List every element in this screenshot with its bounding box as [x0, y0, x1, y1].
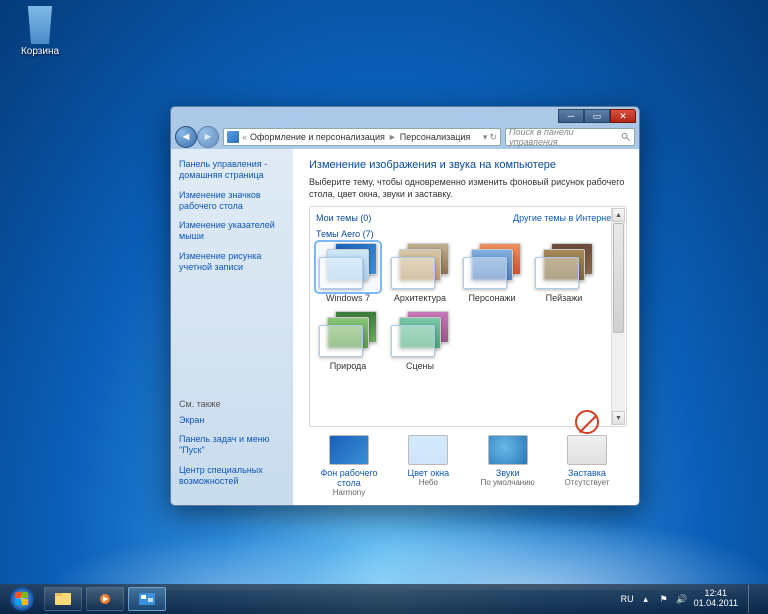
theme-архитектура[interactable]: Архитектура [388, 243, 452, 303]
theme-label: Пейзажи [532, 293, 596, 303]
maximize-button[interactable]: ▭ [584, 109, 610, 123]
theme-природа[interactable]: Природа [316, 311, 380, 371]
online-themes-link[interactable]: Другие темы в Интернете [513, 213, 620, 223]
show-desktop-button[interactable] [748, 585, 758, 613]
taskbar: RU ▴ ⚑ 🔊 12:41 01.04.2011 [0, 584, 768, 614]
theme-сцены[interactable]: Сцены [388, 311, 452, 371]
sidebar-link-icons[interactable]: Изменение значков рабочего стола [179, 190, 285, 213]
titlebar[interactable]: ─ ▭ ✕ [171, 107, 639, 125]
sidebar-also-ease[interactable]: Центр специальных возможностей [179, 465, 285, 488]
footer-заставка[interactable]: Заставка Отсутствует [551, 435, 623, 497]
content: Изменение изображения и звука на компьют… [293, 149, 639, 505]
footer-звуки[interactable]: Звуки По умолчанию [472, 435, 544, 497]
back-button[interactable]: ◄ [175, 126, 197, 148]
page-subtitle: Выберите тему, чтобы одновременно измени… [309, 177, 627, 200]
theme-listbox: Мои темы (0) Другие темы в Интернете Тем… [309, 206, 627, 427]
start-button[interactable] [4, 585, 40, 613]
control-panel-icon [227, 131, 239, 143]
breadcrumb[interactable]: « Оформление и персонализация ► Персонал… [223, 128, 501, 146]
my-themes-label: Мои темы (0) [316, 213, 371, 223]
volume-icon[interactable]: 🔊 [676, 593, 688, 605]
recycle-bin-icon [24, 6, 56, 44]
clock[interactable]: 12:41 01.04.2011 [694, 589, 738, 609]
search-icon [621, 132, 631, 142]
see-also-label: См. также [179, 399, 285, 409]
scroll-thumb[interactable] [613, 223, 624, 333]
theme-пейзажи[interactable]: Пейзажи [532, 243, 596, 303]
sidebar-also-display[interactable]: Экран [179, 415, 285, 426]
desktop: Корзина ─ ▭ ✕ ◄ ► « Оформление и персона… [0, 0, 768, 614]
tray-lang[interactable]: RU [621, 594, 634, 604]
flag-icon[interactable]: ⚑ [658, 593, 670, 605]
taskbar-personalization[interactable] [128, 587, 166, 611]
clock-date: 01.04.2011 [694, 599, 738, 609]
recycle-bin[interactable]: Корзина [14, 6, 66, 57]
taskbar-explorer[interactable] [44, 587, 82, 611]
scroll-up[interactable]: ▲ [612, 208, 625, 222]
page-title: Изменение изображения и звука на компьют… [309, 159, 627, 171]
aero-themes-label: Темы Aero (7) [316, 229, 374, 239]
search-input[interactable]: Поиск в панели управления [505, 128, 635, 146]
sidebar: Панель управления - домашняя страница Из… [171, 149, 293, 505]
navbar: ◄ ► « Оформление и персонализация ► Перс… [171, 125, 639, 149]
theme-label: Сцены [388, 361, 452, 371]
theme-персонажи[interactable]: Персонажи [460, 243, 524, 303]
sidebar-link-home[interactable]: Панель управления - домашняя страница [179, 159, 285, 182]
theme-label: Персонажи [460, 293, 524, 303]
breadcrumb-b[interactable]: Персонализация [400, 132, 471, 142]
sidebar-link-cursors[interactable]: Изменение указателей мыши [179, 220, 285, 243]
theme-label: Природа [316, 361, 380, 371]
tray-chevron-icon[interactable]: ▴ [640, 593, 652, 605]
system-tray: RU ▴ ⚑ 🔊 12:41 01.04.2011 [621, 585, 764, 613]
recycle-bin-label: Корзина [14, 46, 66, 57]
sidebar-also-taskbar[interactable]: Панель задач и меню "Пуск" [179, 434, 285, 457]
scrollbar[interactable]: ▲ ▼ [611, 208, 625, 425]
breadcrumb-a[interactable]: Оформление и персонализация [250, 132, 385, 142]
theme-label: Windows 7 [316, 293, 380, 303]
footer-фон[interactable]: Фон рабочего стола Harmony [313, 435, 385, 497]
close-button[interactable]: ✕ [610, 109, 636, 123]
scroll-down[interactable]: ▼ [612, 411, 625, 425]
sidebar-link-account-picture[interactable]: Изменение рисунка учетной записи [179, 251, 285, 274]
taskbar-mediaplayer[interactable] [86, 587, 124, 611]
theme-label: Архитектура [388, 293, 452, 303]
personalization-window: ─ ▭ ✕ ◄ ► « Оформление и персонализация … [170, 106, 640, 506]
search-placeholder: Поиск в панели управления [509, 127, 621, 147]
theme-windows-7[interactable]: Windows 7 [316, 243, 380, 303]
forward-button[interactable]: ► [197, 126, 219, 148]
footer-цвет[interactable]: Цвет окна Небо [392, 435, 464, 497]
minimize-button[interactable]: ─ [558, 109, 584, 123]
